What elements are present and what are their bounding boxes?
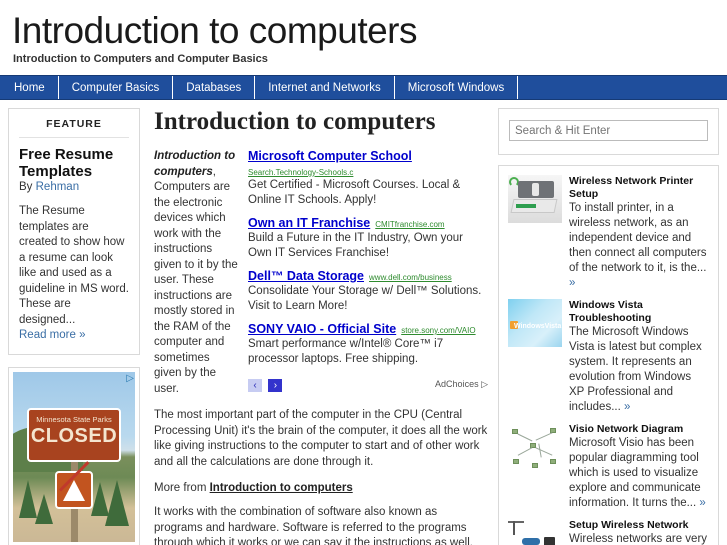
feature-excerpt: The Resume templates are created to show… bbox=[19, 204, 129, 344]
park-closed-sign: Minnesota State Parks CLOSED bbox=[27, 407, 121, 462]
post-text: Wireless Network Printer Setup To instal… bbox=[569, 175, 709, 291]
printer-thumbnail-icon bbox=[508, 175, 562, 223]
sign-subtitle: Minnesota State Parks bbox=[36, 414, 112, 424]
post-excerpt-text: Microsoft Visio has been popular diagram… bbox=[569, 437, 701, 509]
post-title-link[interactable]: Wireless Network Printer Setup bbox=[569, 175, 709, 201]
ad-description: Smart performance w/Intel® Core™ i7 proc… bbox=[248, 338, 444, 365]
list-item[interactable]: Visio Network Diagram Microsoft Visio ha… bbox=[508, 423, 709, 511]
adchoices-link[interactable]: AdChoices ▷ bbox=[435, 379, 488, 390]
post-text: Windows Vista Troubleshooting The Micros… bbox=[569, 299, 709, 415]
list-item[interactable]: WindowsVista Windows Vista Troubleshooti… bbox=[508, 299, 709, 415]
sponsored-ads-block: Microsoft Computer School Search.Technol… bbox=[238, 149, 488, 393]
ad-title-link[interactable]: Own an IT Franchise bbox=[248, 216, 370, 230]
more-from-link[interactable]: Introduction to computers bbox=[210, 482, 353, 494]
feature-excerpt-text: The Resume templates are created to show… bbox=[19, 205, 129, 326]
site-title[interactable]: Introduction to computers bbox=[12, 10, 727, 52]
ad-unit[interactable]: Own an IT Franchise CMITfranchise.com Bu… bbox=[248, 216, 488, 261]
post-text: Setup Wireless Network Wireless networks… bbox=[569, 519, 709, 545]
nav-item-computer-basics[interactable]: Computer Basics bbox=[59, 76, 174, 99]
article-paragraph-2: It works with the combination of softwar… bbox=[154, 506, 473, 545]
visio-diagram-thumbnail-icon bbox=[508, 423, 562, 471]
post-more-link[interactable]: » bbox=[624, 401, 630, 413]
left-advertisement[interactable]: ▷ Minnesota State Parks CLOSED REPUBLICA… bbox=[8, 366, 140, 545]
right-sidebar: Wireless Network Printer Setup To instal… bbox=[496, 108, 727, 545]
ad-description: Build a Future in the IT Industry, Own y… bbox=[248, 232, 463, 259]
main-navigation: Home Computer Basics Databases Internet … bbox=[0, 75, 727, 100]
article-intro-column: Introduction to computers, Computers are… bbox=[152, 149, 238, 397]
ad-title-link[interactable]: Microsoft Computer School bbox=[248, 149, 412, 163]
ad-footer: ‹ › AdChoices ▷ bbox=[248, 375, 488, 393]
nav-item-microsoft-windows[interactable]: Microsoft Windows bbox=[395, 76, 519, 99]
wireless-network-thumbnail-icon bbox=[508, 519, 562, 545]
search-input[interactable] bbox=[509, 120, 708, 141]
ad-unit[interactable]: Dell™ Data Storage www.dell.com/business… bbox=[248, 269, 488, 314]
nav-item-internet-and-networks[interactable]: Internet and Networks bbox=[255, 76, 395, 99]
sign-title: CLOSED bbox=[30, 424, 118, 447]
ad-url[interactable]: store.sony.com/VAIO bbox=[401, 326, 475, 335]
recent-posts-panel: Wireless Network Printer Setup To instal… bbox=[498, 165, 719, 545]
ad-heading: Dell™ Data Storage www.dell.com/business bbox=[248, 269, 488, 283]
article-intro-lead: Introduction to computers bbox=[154, 150, 236, 178]
post-more-link[interactable]: » bbox=[699, 497, 705, 509]
search-panel bbox=[498, 108, 719, 155]
feature-label: FEATURE bbox=[19, 118, 129, 138]
feature-title[interactable]: Free Resume Templates bbox=[19, 146, 129, 180]
tree-icon bbox=[35, 493, 53, 524]
adchoices-icon[interactable]: ▷ bbox=[126, 373, 134, 384]
post-title-link[interactable]: Setup Wireless Network bbox=[569, 519, 709, 532]
left-sidebar: FEATURE Free Resume Templates By Rehman … bbox=[0, 108, 148, 545]
ad-url[interactable]: Search.Technology-Schools.c bbox=[248, 168, 353, 177]
post-more-link[interactable]: » bbox=[569, 277, 575, 289]
ad-title-link[interactable]: SONY VAIO - Official Site bbox=[248, 322, 396, 336]
article-top-row: Introduction to computers, Computers are… bbox=[152, 149, 488, 397]
list-item[interactable]: Wireless Network Printer Setup To instal… bbox=[508, 175, 709, 291]
ad-heading: SONY VAIO - Official Site store.sony.com… bbox=[248, 322, 488, 336]
page-body: FEATURE Free Resume Templates By Rehman … bbox=[0, 100, 727, 545]
ad-description: Consolidate Your Storage w/ Dell™ Soluti… bbox=[248, 285, 482, 312]
more-from-line: More from Introduction to computers bbox=[154, 482, 488, 494]
more-from-prefix: More from bbox=[154, 482, 207, 494]
ad-url[interactable]: www.dell.com/business bbox=[369, 273, 452, 282]
article-paragraph-1: The most important part of the computer … bbox=[154, 409, 488, 468]
post-title-link[interactable]: Visio Network Diagram bbox=[569, 423, 709, 436]
feature-byline: By Rehman bbox=[19, 181, 129, 193]
site-header: Introduction to computers Introduction t… bbox=[0, 0, 727, 75]
post-text: Visio Network Diagram Microsoft Visio ha… bbox=[569, 423, 709, 511]
ad-description: Get Certified - Microsoft Courses. Local… bbox=[248, 179, 461, 206]
ad-unit[interactable]: Microsoft Computer School Search.Technol… bbox=[248, 149, 488, 208]
tree-icon bbox=[91, 481, 109, 516]
feature-panel: FEATURE Free Resume Templates By Rehman … bbox=[8, 108, 140, 355]
post-excerpt-text: To install printer, in a wireless networ… bbox=[569, 202, 707, 274]
feature-author-link[interactable]: Rehman bbox=[36, 181, 79, 193]
ad-url[interactable]: CMITfranchise.com bbox=[375, 220, 444, 229]
post-excerpt: To install printer, in a wireless networ… bbox=[569, 201, 709, 291]
post-title-link[interactable]: Windows Vista Troubleshooting bbox=[569, 299, 709, 325]
ad-photo: Minnesota State Parks CLOSED bbox=[13, 371, 135, 542]
ad-title-link[interactable]: Dell™ Data Storage bbox=[248, 269, 364, 283]
windows-vista-thumbnail-icon: WindowsVista bbox=[508, 299, 562, 347]
ad-unit[interactable]: SONY VAIO - Official Site store.sony.com… bbox=[248, 322, 488, 367]
main-content: Introduction to computers Introduction t… bbox=[148, 108, 496, 545]
post-excerpt: The Microsoft Windows Vista is latest bu… bbox=[569, 325, 709, 415]
nav-item-databases[interactable]: Databases bbox=[173, 76, 256, 99]
list-item[interactable]: Setup Wireless Network Wireless networks… bbox=[508, 519, 709, 545]
ad-heading: Microsoft Computer School Search.Technol… bbox=[248, 149, 488, 177]
page-title: Introduction to computers bbox=[154, 108, 436, 135]
no-camping-sign bbox=[55, 460, 93, 509]
post-excerpt-text: The Microsoft Windows Vista is latest bu… bbox=[569, 326, 702, 413]
feature-read-more-link[interactable]: Read more » bbox=[19, 329, 85, 341]
feature-by-prefix: By bbox=[19, 181, 33, 193]
site-tagline: Introduction to Computers and Computer B… bbox=[13, 53, 268, 65]
chevron-right-icon[interactable]: › bbox=[268, 379, 283, 392]
ad-pager: ‹ › bbox=[248, 375, 284, 393]
post-excerpt: Wireless networks are very helpful becau… bbox=[569, 532, 709, 545]
chevron-left-icon[interactable]: ‹ bbox=[248, 379, 262, 392]
article-intro-rest: , Computers are the electronic devices w… bbox=[154, 165, 238, 395]
nav-item-home[interactable]: Home bbox=[0, 76, 59, 99]
ad-heading: Own an IT Franchise CMITfranchise.com bbox=[248, 216, 488, 230]
post-excerpt-text: Wireless networks are very helpful becau… bbox=[569, 533, 708, 545]
post-excerpt: Microsoft Visio has been popular diagram… bbox=[569, 436, 709, 511]
